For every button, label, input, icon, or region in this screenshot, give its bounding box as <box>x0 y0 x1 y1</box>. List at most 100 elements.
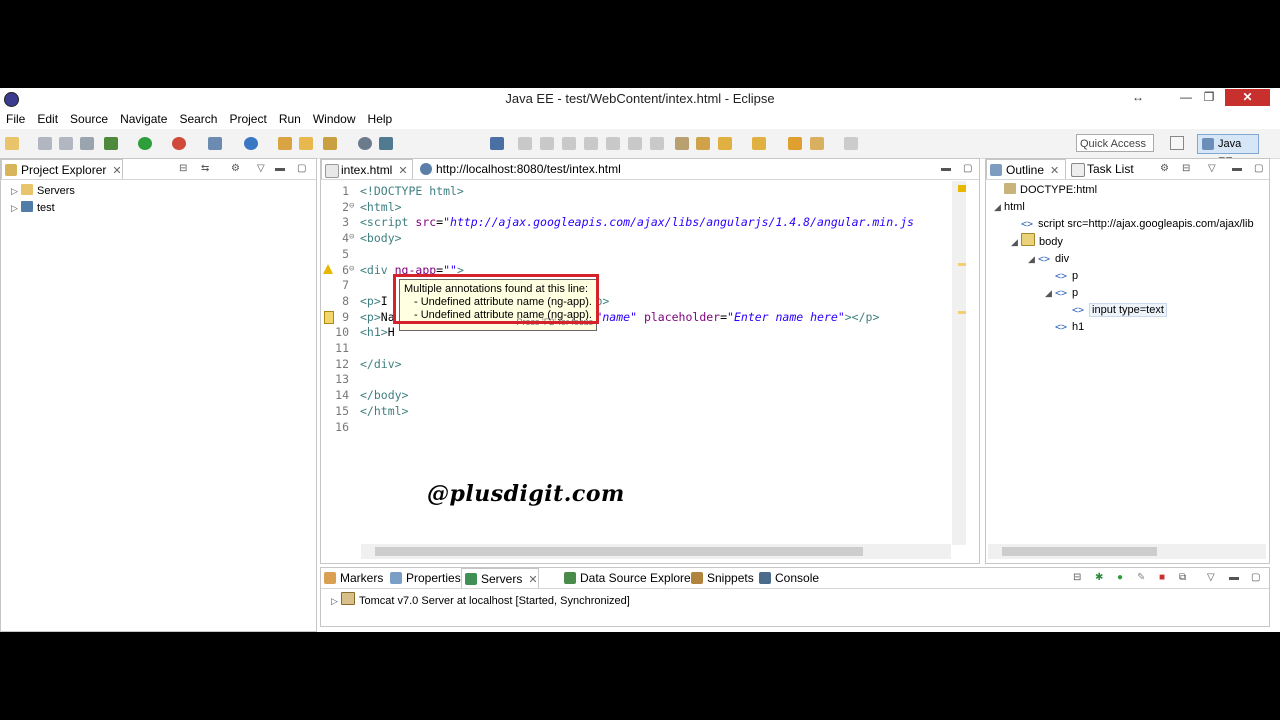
open-type-icon[interactable] <box>278 137 292 150</box>
expand-arrow-icon[interactable]: ▷ <box>331 593 341 610</box>
minimize-view-icon[interactable]: ▬ <box>1232 163 1242 174</box>
collapse-all-icon[interactable]: ⊟ <box>179 163 187 174</box>
menu-edit[interactable]: Edit <box>31 110 64 129</box>
link-editor-icon[interactable]: ⇆ <box>201 163 209 174</box>
next-annotation-icon[interactable] <box>718 137 732 150</box>
new-java-class-icon[interactable] <box>244 137 258 150</box>
maximize-view-icon[interactable]: ▢ <box>1254 163 1263 174</box>
web-browser-icon[interactable] <box>358 137 372 150</box>
outline-node[interactable]: ◢ <> div <box>994 251 1269 268</box>
open-folder-icon[interactable] <box>299 137 313 150</box>
close-tab-icon[interactable]: ✕ <box>398 161 407 181</box>
horizontal-scrollbar[interactable] <box>361 544 951 559</box>
block-selection-icon[interactable] <box>696 137 710 150</box>
code-line[interactable]: 16 <box>321 419 952 435</box>
print-icon[interactable] <box>80 137 94 150</box>
publish-icon[interactable]: ⧉ <box>1179 572 1186 583</box>
maximize-button[interactable]: ❐ <box>1201 89 1217 106</box>
vertical-scrollbar[interactable] <box>952 181 966 545</box>
menu-source[interactable]: Source <box>64 110 114 129</box>
back-icon[interactable] <box>810 137 824 150</box>
menu-file[interactable]: File <box>0 110 31 129</box>
collapse-all-icon[interactable]: ⊟ <box>1073 572 1081 583</box>
maximize-view-icon[interactable]: ▢ <box>963 163 972 174</box>
expand-arrow-icon[interactable]: ◢ <box>1045 285 1055 302</box>
tree-item-servers[interactable]: ▷ Servers <box>11 183 75 200</box>
debug-server-icon[interactable]: ✱ <box>1095 572 1103 583</box>
filter-icon[interactable]: ⚙ <box>231 163 240 174</box>
start-server-icon[interactable]: ● <box>1117 572 1123 583</box>
minimize-button[interactable]: — <box>1178 89 1194 106</box>
view-menu-icon[interactable]: ▽ <box>1207 572 1215 583</box>
overview-marker[interactable] <box>958 311 966 314</box>
code-line[interactable]: 5 <box>321 246 952 262</box>
toggle-mark-icon[interactable] <box>675 137 689 150</box>
fold-icon[interactable]: ⊖ <box>349 261 354 277</box>
new-server-icon[interactable] <box>208 137 222 150</box>
close-tab-icon[interactable]: ✕ <box>112 161 121 181</box>
outline-node[interactable]: ◢ html <box>994 199 1269 216</box>
tab-properties[interactable]: Properties <box>387 568 461 588</box>
maximize-view-icon[interactable]: ▢ <box>1251 572 1260 583</box>
server-row[interactable]: ▷ Tomcat v7.0 Server at localhost [Starte… <box>331 592 630 610</box>
outline-node[interactable]: ◢ body <box>994 233 1269 251</box>
view-menu-icon[interactable]: ▽ <box>257 163 265 174</box>
outline-node[interactable]: <> script src=http://ajax.googleapis.com/… <box>994 216 1269 233</box>
menu-run[interactable]: Run <box>273 110 307 129</box>
save-icon[interactable] <box>38 137 52 150</box>
expand-arrow-icon[interactable]: ◢ <box>1011 234 1021 251</box>
code-line[interactable]: 14 </body> <box>321 387 952 403</box>
code-line[interactable]: 3 <script src="http://ajax.googleapis.com… <box>321 214 952 230</box>
menu-help[interactable]: Help <box>362 110 399 129</box>
tab-task-list[interactable]: Task List <box>1068 159 1138 179</box>
outline-node[interactable]: <> p <box>994 268 1269 285</box>
new-icon[interactable] <box>5 137 19 150</box>
resize-icon[interactable]: ↔ <box>1131 89 1145 106</box>
expand-arrow-icon[interactable]: ◢ <box>994 199 1004 216</box>
minimize-view-icon[interactable]: ▬ <box>1229 572 1239 583</box>
menu-window[interactable]: Window <box>307 110 362 129</box>
perspective-java-ee[interactable]: Java EE <box>1197 134 1259 168</box>
outline-node[interactable]: ◢ <> p <box>994 285 1269 302</box>
tab-outline[interactable]: Outline ✕ <box>986 159 1066 179</box>
fold-icon[interactable]: ⊖ <box>349 229 354 245</box>
code-editor[interactable]: 1 <!DOCTYPE html> 2 ⊖ <html> 3 <script src="ht… <box>321 181 979 545</box>
run-external-icon[interactable] <box>172 137 186 150</box>
code-line[interactable]: 11 <box>321 340 952 356</box>
tab-project-explorer[interactable]: Project Explorer ✕ <box>1 159 123 179</box>
debug-icon[interactable] <box>104 137 118 150</box>
tab-intex-html[interactable]: intex.html ✕ <box>321 159 413 179</box>
run-icon[interactable] <box>138 137 152 150</box>
save-all-icon[interactable] <box>59 137 73 150</box>
tab-markers[interactable]: Markers <box>321 568 385 588</box>
outline-node[interactable]: <> input type=text <box>994 302 1269 319</box>
tab-browser[interactable]: http://localhost:8080/test/intex.html <box>417 159 627 179</box>
expand-arrow-icon[interactable]: ▷ <box>11 200 21 217</box>
stop-server-icon[interactable]: ■ <box>1159 572 1165 583</box>
overview-marker[interactable] <box>958 185 966 192</box>
menu-project[interactable]: Project <box>223 110 272 129</box>
multiple-annotations-icon[interactable] <box>324 310 334 324</box>
maximize-view-icon[interactable]: ▢ <box>297 163 306 174</box>
tab-console[interactable]: Console <box>756 568 819 588</box>
quick-access-field[interactable]: Quick Access <box>1076 134 1154 152</box>
expand-arrow-icon[interactable]: ▷ <box>11 183 21 200</box>
warning-icon[interactable] <box>323 263 333 274</box>
close-button[interactable]: ✕ <box>1225 89 1270 106</box>
last-edit-icon[interactable] <box>788 137 802 150</box>
horizontal-scrollbar[interactable] <box>988 544 1266 559</box>
code-line[interactable]: 12 </div> <box>321 356 952 372</box>
open-perspective-icon[interactable] <box>1170 136 1184 150</box>
profile-server-icon[interactable]: ✎ <box>1137 572 1145 583</box>
collapse-all-icon[interactable]: ⊟ <box>1182 163 1190 174</box>
external-tools-icon[interactable] <box>379 137 393 150</box>
code-line[interactable]: 13 <box>321 371 952 387</box>
tab-snippets[interactable]: Snippets <box>688 568 754 588</box>
expand-arrow-icon[interactable]: ◢ <box>1028 251 1038 268</box>
minimize-view-icon[interactable]: ▬ <box>941 163 951 174</box>
outline-node[interactable]: DOCTYPE:html <box>994 182 1269 199</box>
close-tab-icon[interactable]: ✕ <box>1050 161 1059 181</box>
close-tab-icon[interactable]: ✕ <box>528 570 537 590</box>
tree-item-test[interactable]: ▷ test <box>11 200 75 217</box>
filter-icon[interactable]: ⚙ <box>1160 163 1169 174</box>
